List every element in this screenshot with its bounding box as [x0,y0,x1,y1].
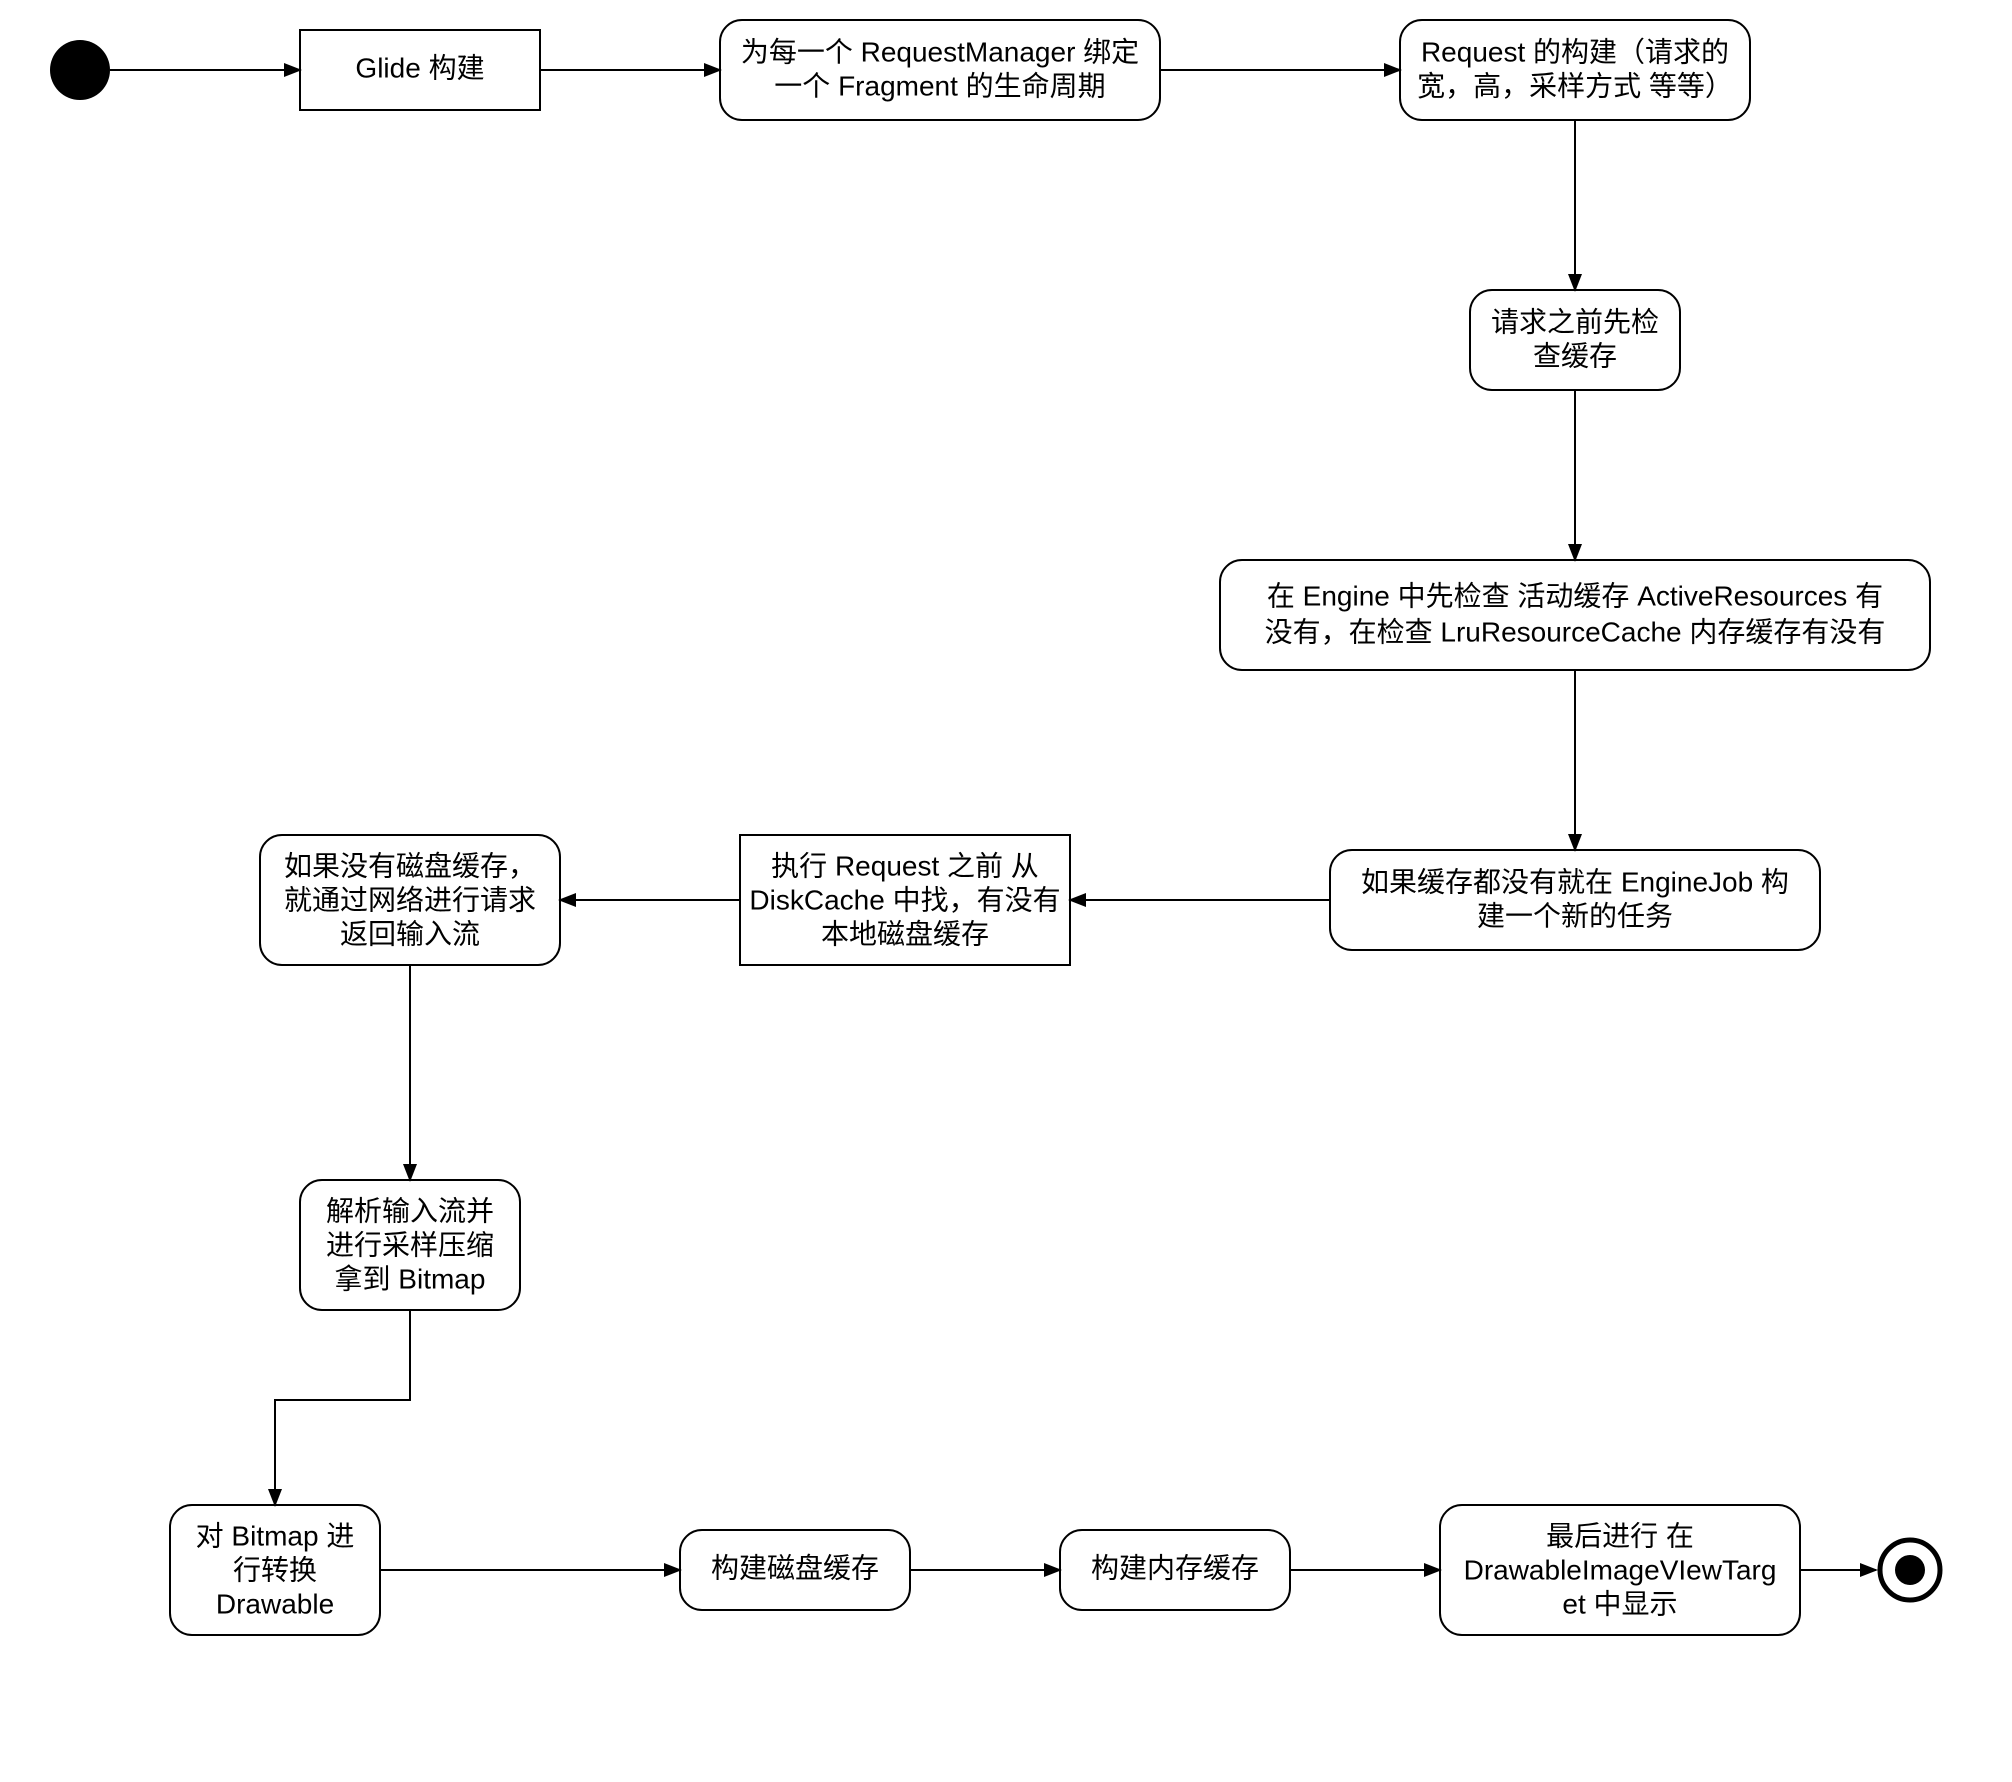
node-bitmap-drawable: 对 Bitmap 进 行转换 Drawable [170,1505,380,1635]
node-request-manager: 为每一个 RequestManager 绑定 一个 Fragment 的生命周期 [720,20,1160,120]
node-parse-stream: 解析输入流并 进行采样压缩 拿到 Bitmap [300,1180,520,1310]
node-glide-build: Glide 构建 [300,30,540,110]
node-text: 建一个新的任务 [1477,900,1673,931]
node-text: 最后进行 在 [1546,1520,1694,1551]
node-text: 返回输入流 [340,918,480,949]
edge-n9-n10 [275,1310,410,1505]
node-text: 就通过网络进行请求 [284,884,536,915]
node-text: 如果没有磁盘缓存， [284,850,536,881]
node-text: 没有，在检查 LruResourceCache 内存缓存有没有 [1265,616,1886,647]
node-text: 解析输入流并 [326,1195,494,1226]
diagram-canvas: Glide 构建 为每一个 RequestManager 绑定 一个 Fragm… [0,0,2012,1782]
node-request-build: Request 的构建（请求的 宽，高，采样方式 等等） [1400,20,1750,120]
node-disk-cache: 执行 Request 之前 从 DiskCache 中找，有没有 本地磁盘缓存 [740,835,1070,965]
node-check-cache: 请求之前先检 查缓存 [1470,290,1680,390]
node-engine-job: 如果缓存都没有就在 EngineJob 构 建一个新的任务 [1330,850,1820,950]
node-text: 进行采样压缩 [326,1229,494,1260]
node-build-disk-cache: 构建磁盘缓存 [680,1530,910,1610]
node-text: 如果缓存都没有就在 EngineJob 构 [1361,866,1789,897]
node-text: 查缓存 [1533,340,1617,371]
node-text: 对 Bitmap 进 [196,1520,355,1551]
start-node [50,40,110,100]
node-text: 构建磁盘缓存 [711,1552,879,1583]
end-node [1880,1540,1940,1600]
node-text: DiskCache 中找，有没有 [749,884,1060,915]
node-text: 为每一个 RequestManager 绑定 [741,36,1139,67]
node-text: et 中显示 [1562,1588,1677,1619]
node-display-target: 最后进行 在 DrawableImageVIewTarg et 中显示 [1440,1505,1800,1635]
node-text: 请求之前先检 [1491,306,1659,337]
node-text: DrawableImageVIewTarg [1464,1554,1777,1585]
node-network-request: 如果没有磁盘缓存， 就通过网络进行请求 返回输入流 [260,835,560,965]
node-text: 行转换 [233,1554,317,1585]
node-text: Drawable [216,1588,334,1619]
node-text: 执行 Request 之前 从 [771,850,1039,881]
node-text: 拿到 Bitmap [335,1263,486,1294]
node-text: 宽，高，采样方式 等等） [1417,70,1733,101]
node-engine-cache: 在 Engine 中先检查 活动缓存 ActiveResources 有 没有，… [1220,560,1930,670]
node-text: 一个 Fragment 的生命周期 [774,70,1105,101]
node-text: Glide 构建 [355,52,484,83]
node-text: 本地磁盘缓存 [821,918,989,949]
node-text: 构建内存缓存 [1091,1552,1259,1583]
node-build-mem-cache: 构建内存缓存 [1060,1530,1290,1610]
node-text: Request 的构建（请求的 [1421,36,1729,67]
node-text: 在 Engine 中先检查 活动缓存 ActiveResources 有 [1267,580,1883,611]
